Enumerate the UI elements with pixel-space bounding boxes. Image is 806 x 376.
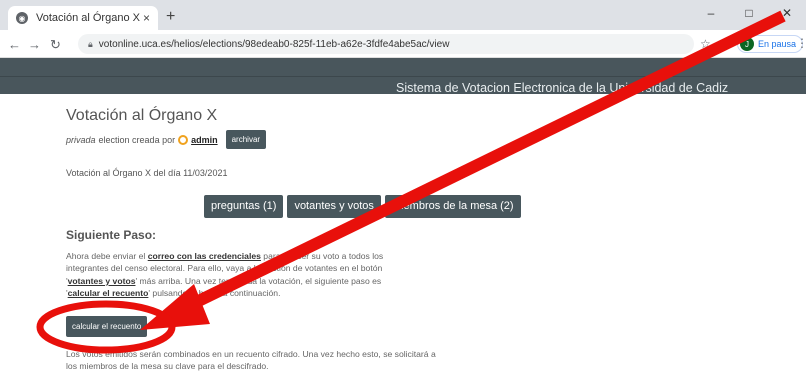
extensions-icon[interactable]: ✱ <box>720 37 730 51</box>
bookmark-star-icon[interactable]: ☆ <box>700 37 711 51</box>
browser-menu-icon[interactable]: ⋮ <box>796 36 806 50</box>
window-controls: – □ ✕ <box>692 0 806 30</box>
browser-tab[interactable]: ◉ Votación al Órgano X × <box>8 6 158 30</box>
forward-icon[interactable]: → <box>28 37 41 52</box>
admin-user-icon <box>178 134 189 145</box>
minimize-icon[interactable]: – <box>692 0 730 30</box>
instructions-text-1: Ahora debe enviar el <box>66 251 148 261</box>
archive-button[interactable]: archivar <box>225 130 267 149</box>
next-step-instructions: Ahora debe enviar el correo con las cred… <box>66 250 411 300</box>
close-window-icon[interactable]: ✕ <box>768 0 806 30</box>
site-favicon-icon: ◉ <box>16 12 28 24</box>
back-icon[interactable]: ← <box>8 37 21 52</box>
trustees-button[interactable]: miembros de la mesa (2) <box>384 195 521 218</box>
instructions-text-4: ' pulsando el botón a continuación. <box>148 288 281 299</box>
address-bar: ← → ↻ 🔒︎ votonline.uca.es/helios/electio… <box>0 30 806 58</box>
url-input[interactable]: 🔒︎ votonline.uca.es/helios/elections/98e… <box>78 34 694 54</box>
avatar: J <box>740 37 754 51</box>
new-tab-icon[interactable]: + <box>166 8 175 26</box>
election-meta: privada election creada por admin archiv… <box>66 130 267 149</box>
tab-close-icon[interactable]: × <box>143 11 150 25</box>
profile-button[interactable]: J En pausa <box>737 35 804 53</box>
next-step-heading: Siguiente Paso: <box>66 228 157 242</box>
questions-button[interactable]: preguntas (1) <box>204 195 284 218</box>
url-text: votonline.uca.es/helios/elections/98edea… <box>98 38 450 50</box>
maximize-icon[interactable]: □ <box>730 0 768 30</box>
lock-icon: 🔒︎ <box>88 38 93 49</box>
compute-tally-button[interactable]: calcular el recuento <box>66 316 148 337</box>
voters-link[interactable]: votantes y votos <box>68 276 136 286</box>
admin-link[interactable]: admin <box>191 135 218 145</box>
visibility-label: privada <box>66 134 96 145</box>
credentials-email-link[interactable]: correo con las credenciales <box>148 251 261 261</box>
page-title: Votación al Órgano X <box>66 107 218 124</box>
browser-tab-bar: ◉ Votación al Órgano X × + – □ ✕ <box>0 0 806 30</box>
site-title: Sistema de Votacion Electronica de la Un… <box>396 81 729 95</box>
compute-tally-link[interactable]: calcular el recuento <box>68 288 149 298</box>
election-description: Votación al Órgano X del día 11/03/2021 <box>66 168 228 178</box>
voters-button[interactable]: votantes y votos <box>287 195 381 218</box>
election-actions: preguntas (1) votantes y votos miembros … <box>204 195 521 218</box>
site-header-strip <box>0 58 806 76</box>
meta-text: election creada por <box>98 134 176 145</box>
tally-explanation: Los votos emitidos serán combinados en u… <box>66 349 436 372</box>
tab-title: Votación al Órgano X <box>36 12 140 24</box>
reload-icon[interactable]: ↻ <box>50 37 61 53</box>
profile-status: En pausa <box>758 39 797 49</box>
